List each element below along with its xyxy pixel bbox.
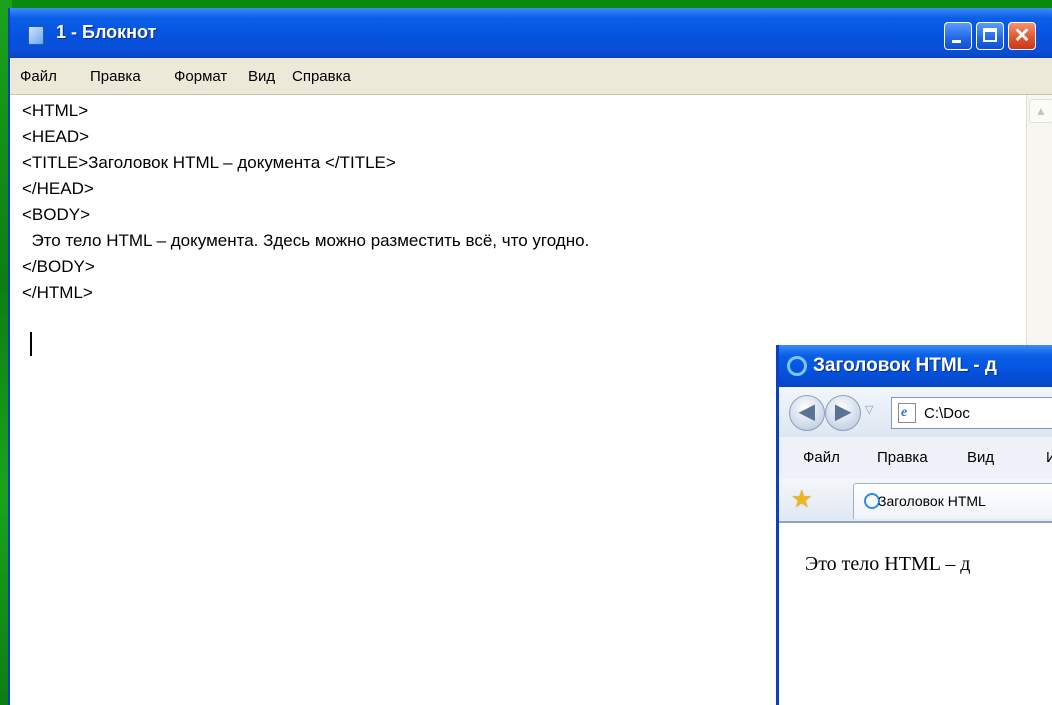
browser-menu-view[interactable]: Вид <box>967 449 994 466</box>
menu-view[interactable]: Вид <box>248 68 275 85</box>
maximize-icon <box>983 28 997 42</box>
favorites-star-icon[interactable]: ★ <box>791 485 813 514</box>
ie-page-icon: e <box>898 403 916 423</box>
minimize-icon <box>952 40 961 43</box>
notepad-titlebar[interactable]: 1 - Блокнот ✕ <box>10 8 1052 58</box>
forward-button[interactable]: ▶ <box>825 395 861 431</box>
code-line: </HTML> <box>22 283 93 302</box>
tab-label: Заголовок HTML <box>878 493 986 509</box>
code-line: </HEAD> <box>22 179 94 198</box>
code-line: </BODY> <box>22 257 95 276</box>
back-arrow-icon: ◀ <box>799 401 815 423</box>
forward-arrow-icon: ▶ <box>835 401 851 423</box>
code-line: <BODY> <box>22 205 91 224</box>
browser-page-content: Это тело HTML – д <box>779 521 1052 705</box>
notepad-window-title: 1 - Блокнот <box>56 22 157 42</box>
code-line: <HTML> <box>22 101 89 120</box>
browser-navigation-bar: ◀ ▶ ▽ e C:\Doc <box>779 387 1052 438</box>
menu-format[interactable]: Формат <box>174 68 227 85</box>
page-body-text: Это тело HTML – д <box>805 553 971 575</box>
ie-logo-icon <box>787 356 807 376</box>
close-button[interactable]: ✕ <box>1008 22 1036 50</box>
browser-titlebar[interactable]: Заголовок HTML - д <box>779 345 1052 387</box>
browser-tab[interactable]: Заголовок HTML <box>853 483 1052 519</box>
notepad-app-icon[interactable] <box>28 26 44 45</box>
code-line: <HEAD> <box>22 127 90 146</box>
scroll-up-button[interactable]: ▲ <box>1029 99 1052 123</box>
menu-edit[interactable]: Правка <box>90 68 141 85</box>
back-button[interactable]: ◀ <box>789 395 825 431</box>
browser-menu-edit[interactable]: Правка <box>877 449 928 466</box>
code-line: <TITLE>Заголовок HTML – документа </TITL… <box>22 153 396 172</box>
text-caret <box>30 332 32 356</box>
browser-menu-file[interactable]: Файл <box>803 449 840 466</box>
browser-menu-favorites[interactable]: И <box>1046 449 1052 466</box>
page-icon-glyph: e <box>901 405 908 420</box>
minimize-button[interactable] <box>944 22 972 50</box>
menu-help[interactable]: Справка <box>292 68 351 85</box>
browser-menubar: Файл Правка Вид И <box>779 437 1052 480</box>
menu-file[interactable]: Файл <box>20 68 57 85</box>
address-bar[interactable]: e C:\Doc <box>891 397 1052 429</box>
browser-window: Заголовок HTML - д ◀ ▶ ▽ e C:\Doc Файл П… <box>776 345 1052 705</box>
browser-tab-bar: ★ Заголовок HTML <box>779 479 1052 522</box>
close-icon: ✕ <box>1013 25 1031 47</box>
browser-window-title: Заголовок HTML - д <box>813 355 997 376</box>
code-line: Это тело HTML – документа. Здесь можно р… <box>22 231 590 250</box>
history-dropdown-icon[interactable]: ▽ <box>865 403 873 416</box>
maximize-button[interactable] <box>976 22 1004 50</box>
notepad-menubar: Файл Правка Формат Вид Справка <box>10 58 1052 95</box>
address-bar-text[interactable]: C:\Doc <box>924 405 970 422</box>
